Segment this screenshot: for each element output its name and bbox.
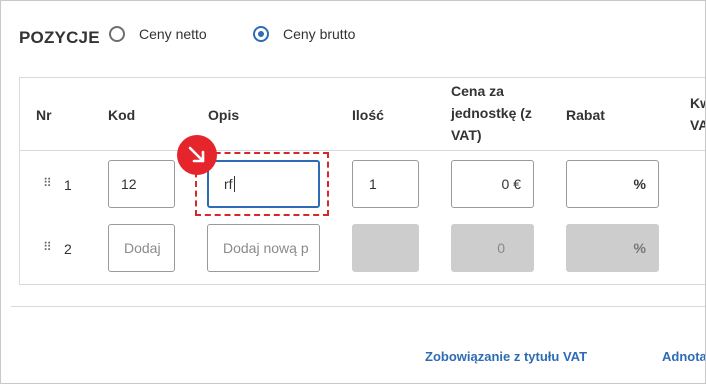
radio-ceny-netto[interactable]: Ceny netto [109, 26, 207, 42]
invoice-positions-panel: POZYCJE Ceny netto Ceny brutto Nr Kod Op… [0, 0, 706, 384]
header-kwota-line2: VA [690, 117, 705, 133]
cena-input[interactable]: 0 € [451, 160, 534, 208]
ilosc-input-disabled [352, 224, 419, 272]
radio-button-unchecked[interactable] [109, 26, 125, 42]
radio-label-netto: Ceny netto [139, 26, 207, 42]
rabat-suffix: % [633, 176, 646, 192]
header-cena: Cena za jednostkę (z VAT) [451, 80, 532, 146]
drag-handle-icon[interactable]: ⠿ [43, 240, 52, 254]
link-zobowiazanie-vat[interactable]: Zobowiązanie z tytułu VAT [425, 349, 587, 364]
row-number: 1 [64, 177, 72, 193]
kod-input-new[interactable]: Dodaj [108, 224, 175, 272]
header-rabat: Rabat [566, 107, 605, 123]
kod-value: 12 [121, 176, 137, 192]
radio-button-checked[interactable] [253, 26, 269, 42]
header-kwota: Kw VA [690, 92, 705, 136]
row-number: 2 [64, 241, 72, 257]
header-opis: Opis [208, 107, 240, 123]
drag-handle-icon[interactable]: ⠿ [43, 176, 52, 190]
header-cena-line3: VAT) [451, 127, 482, 143]
rabat-suffix-disabled: % [633, 240, 646, 256]
kod-input[interactable]: 12 [108, 160, 175, 208]
ilosc-input[interactable]: 1 [352, 160, 419, 208]
rabat-input-disabled: % [566, 224, 659, 272]
link-adnotacje[interactable]: Adnota [662, 349, 705, 364]
header-ilosc: Ilość [352, 107, 384, 123]
opis-input-new[interactable]: Dodaj nową p [207, 224, 320, 272]
header-kwota-line1: Kw [690, 95, 705, 111]
radio-label-brutto: Ceny brutto [283, 26, 356, 42]
cena-value: 0 € [501, 176, 521, 192]
header-cena-line2: jednostkę (z [451, 105, 532, 121]
radio-ceny-brutto[interactable]: Ceny brutto [253, 26, 355, 42]
section-divider [11, 306, 705, 307]
header-kod: Kod [108, 107, 136, 123]
cena-value-disabled: 0 [497, 240, 505, 256]
opis-placeholder: Dodaj nową p [223, 240, 309, 256]
cena-input-disabled: 0 [451, 224, 534, 272]
header-nr: Nr [36, 107, 52, 123]
ilosc-value: 1 [369, 176, 377, 192]
arrow-down-right-icon [177, 135, 217, 175]
table-header-divider [19, 150, 705, 151]
header-cena-line1: Cena za [451, 83, 504, 99]
rabat-input[interactable]: % [566, 160, 659, 208]
section-title: POZYCJE [19, 28, 100, 47]
kod-placeholder: Dodaj [124, 240, 161, 256]
